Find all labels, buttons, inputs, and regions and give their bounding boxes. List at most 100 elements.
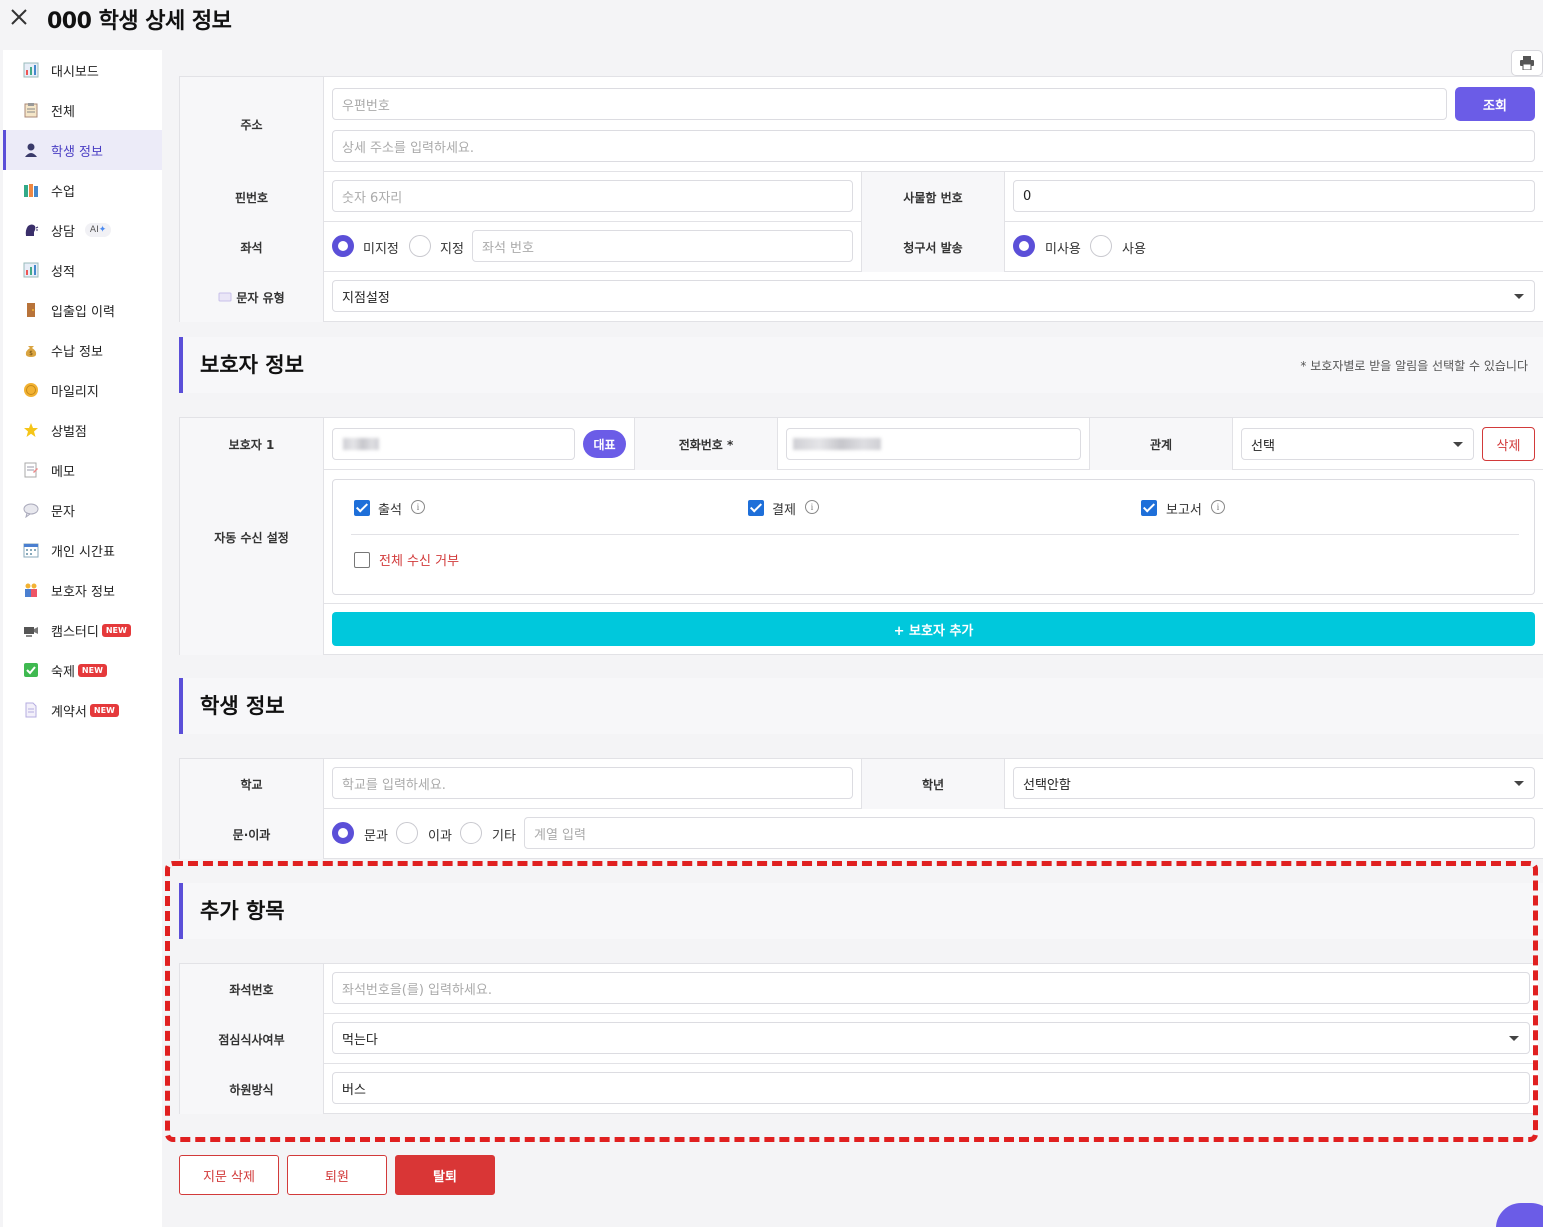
- dismissal-label: 하원방식: [179, 1064, 324, 1114]
- sidebar-item-all[interactable]: 전체: [3, 90, 162, 130]
- sidebar-item-label: 개인 시간표: [51, 544, 115, 560]
- sidebar-item-label: 전체: [51, 104, 75, 120]
- grade-select[interactable]: 선택안함: [1013, 767, 1535, 799]
- address-detail-input[interactable]: 상세 주소를 입력하세요.: [332, 130, 1535, 162]
- track-input[interactable]: 계열 입력: [524, 817, 1535, 849]
- sidebar-item-guardian[interactable]: 보호자 정보: [3, 570, 162, 610]
- divider: [351, 534, 1519, 535]
- info-icon[interactable]: i: [411, 500, 425, 514]
- guardian-section-header: 보호자 정보 * 보호자별로 받을 알림을 선택할 수 있습니다: [179, 337, 1543, 393]
- sms-type-row: 문자 유형 지점설정: [179, 272, 1543, 322]
- address-row: 주소 우편번호 조회 상세 주소를 입력하세요.: [179, 77, 1543, 172]
- dismissal-row: 하원방식 버스: [179, 1064, 1538, 1114]
- track-row: 문·이과 문과 이과 기타 계열 입력: [179, 809, 1543, 859]
- locker-input[interactable]: 0: [1013, 180, 1535, 212]
- refuse-all-label: 전체 수신 거부: [379, 554, 460, 569]
- primary-guardian-badge[interactable]: 대표: [583, 430, 626, 458]
- sms-type-select[interactable]: 지점설정: [332, 280, 1535, 312]
- guardian1-phone-input[interactable]: [786, 428, 1081, 460]
- postcode-input[interactable]: 우편번호: [332, 88, 1447, 120]
- sidebar-item-memo[interactable]: 메모: [3, 450, 162, 490]
- sidebar-item-homework[interactable]: 숙제 NEW: [3, 650, 162, 690]
- sidebar-item-timetable[interactable]: 개인 시간표: [3, 530, 162, 570]
- lunch-row: 점심식사여부 먹는다: [179, 1014, 1538, 1064]
- pin-label: 핀번호: [179, 172, 324, 222]
- invoice-on-label: 사용: [1122, 242, 1146, 257]
- sms-type-label: 문자 유형: [179, 272, 324, 322]
- seat-unassigned-radio[interactable]: [332, 235, 354, 257]
- sidebar-item-label: 상벌점: [51, 424, 87, 440]
- speech-bubble-icon: [23, 502, 39, 518]
- sidebar-item-label: 수납 정보: [51, 344, 103, 360]
- sidebar-item-label: 대시보드: [51, 64, 99, 80]
- sidebar-item-class[interactable]: 수업: [3, 170, 162, 210]
- auto-receive-row: 자동 수신 설정 출석 i 결제 i 보고서 i 전체 수신 거부: [179, 470, 1543, 604]
- track-humanities-radio[interactable]: [332, 822, 354, 844]
- lunch-select[interactable]: 먹는다: [332, 1022, 1530, 1054]
- sidebar-item-dashboard[interactable]: 대시보드: [3, 50, 162, 90]
- sidebar-item-mileage[interactable]: 마일리지: [3, 370, 162, 410]
- sidebar-item-student-info[interactable]: 학생 정보: [3, 130, 162, 170]
- track-humanities-label: 문과: [364, 829, 388, 844]
- relation-select[interactable]: 선택: [1241, 428, 1474, 460]
- delete-fingerprint-button[interactable]: 지문 삭제: [179, 1155, 279, 1195]
- extra-section-header: 추가 항목: [179, 883, 1543, 939]
- chevron-down-icon: [1453, 442, 1463, 447]
- report-checkbox[interactable]: [1141, 500, 1157, 516]
- chat-widget-button[interactable]: [1496, 1203, 1543, 1227]
- sms-icon: [218, 292, 232, 302]
- track-science-radio[interactable]: [396, 822, 418, 844]
- attendance-label: 출석: [378, 503, 402, 518]
- student-info-form: 학교 학교를 입력하세요. 학년 선택안함 문·이과 문과 이과 기타 계열 입…: [179, 758, 1543, 859]
- info-icon[interactable]: i: [1211, 500, 1225, 514]
- sidebar-item-contract[interactable]: 계약서 NEW: [3, 690, 162, 730]
- seat-assigned-radio[interactable]: [409, 235, 431, 257]
- payment-checkbox[interactable]: [748, 500, 764, 516]
- school-input[interactable]: 학교를 입력하세요.: [332, 767, 853, 799]
- withdraw-button[interactable]: 탈퇴: [395, 1155, 495, 1195]
- sidebar-item-sms[interactable]: 문자: [3, 490, 162, 530]
- close-icon[interactable]: [8, 6, 30, 28]
- info-icon[interactable]: i: [805, 500, 819, 514]
- bar-chart-icon: [23, 62, 39, 78]
- seat-number-input[interactable]: 좌석 번호: [472, 230, 853, 262]
- sidebar-item-label: 캠스터디: [51, 624, 99, 640]
- invoice-off-radio[interactable]: [1013, 235, 1035, 257]
- address-label: 주소: [179, 77, 324, 172]
- lunch-label: 점심식사여부: [179, 1014, 324, 1064]
- address-search-button[interactable]: 조회: [1455, 87, 1535, 121]
- pin-input[interactable]: 숫자 6자리: [332, 180, 853, 212]
- coin-icon: [23, 382, 39, 398]
- sidebar-item-label: 학생 정보: [51, 144, 103, 160]
- person-icon: [23, 142, 39, 158]
- guardian1-label: 보호자 1: [179, 418, 324, 470]
- guardian1-name-input[interactable]: [332, 428, 575, 460]
- sidebar-item-merits[interactable]: 상벌점: [3, 410, 162, 450]
- sidebar-item-label: 수업: [51, 184, 75, 200]
- dismissal-input[interactable]: 버스: [332, 1072, 1530, 1104]
- pin-row: 핀번호 숫자 6자리 사물함 번호 0: [179, 172, 1543, 222]
- delete-guardian-button[interactable]: 삭제: [1482, 427, 1535, 461]
- invoice-label: 청구서 발송: [861, 222, 1005, 272]
- invoice-on-radio[interactable]: [1090, 235, 1112, 257]
- chevron-down-icon: [1509, 1036, 1519, 1041]
- sidebar-item-camstudy[interactable]: 캠스터디 NEW: [3, 610, 162, 650]
- print-button[interactable]: [1511, 50, 1543, 76]
- redacted-name: [343, 438, 379, 450]
- sidebar-item-payment[interactable]: $ 수납 정보: [3, 330, 162, 370]
- sidebar-item-entry-log[interactable]: 입출입 이력: [3, 290, 162, 330]
- books-icon: [23, 182, 39, 198]
- clipboard-icon: [23, 102, 39, 118]
- sidebar-item-label: 보호자 정보: [51, 584, 115, 600]
- sidebar-item-grades[interactable]: 성적: [3, 250, 162, 290]
- memo-icon: [23, 462, 39, 478]
- track-other-radio[interactable]: [460, 822, 482, 844]
- attendance-checkbox[interactable]: [354, 500, 370, 516]
- add-guardian-button[interactable]: + 보호자 추가: [332, 612, 1535, 646]
- seat-no-input[interactable]: 좌석번호을(를) 입력하세요.: [332, 972, 1530, 1004]
- sidebar-item-counsel[interactable]: 상담 AI✦: [3, 210, 162, 250]
- document-icon: [23, 702, 39, 718]
- refuse-all-checkbox[interactable]: [354, 552, 370, 568]
- leave-button[interactable]: 퇴원: [287, 1155, 387, 1195]
- guardian1-row: 보호자 1 대표 전화번호 * 관계 선택 삭제: [179, 418, 1543, 470]
